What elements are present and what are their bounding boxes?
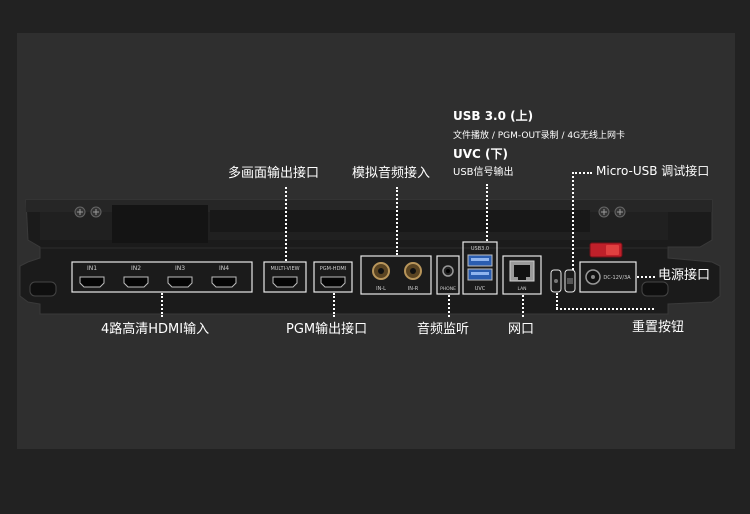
- hdmi-port-icon[interactable]: [167, 276, 193, 288]
- audio-in-l-label: IN-L: [376, 286, 386, 292]
- usb30-port-label: USB3.0: [471, 246, 489, 252]
- usb-port-icon[interactable]: [467, 268, 493, 281]
- hdmi-in-3-label: IN3: [175, 265, 185, 272]
- ethernet-port-icon[interactable]: [509, 260, 535, 282]
- audio-jack-icon[interactable]: [442, 265, 454, 277]
- network-callout: 网口: [508, 322, 535, 337]
- multiview-callout: 多画面输出接口: [228, 166, 320, 181]
- usb-port-icon[interactable]: [467, 254, 493, 267]
- mount-slot-left: [29, 281, 57, 297]
- dc-jack-icon[interactable]: [585, 269, 601, 285]
- leader-usb: [486, 184, 488, 241]
- leader-audio-monitor: [448, 295, 450, 317]
- product-diagram: IN1 IN2 IN3 IN4 MULTI-VIEW PGM-HDMI IN-L…: [0, 0, 750, 514]
- lan-port-label: LAN: [517, 286, 526, 292]
- screw-icon: [74, 206, 86, 218]
- micro-usb-callout: Micro-USB 调试接口: [596, 164, 710, 178]
- mount-slot-right: [641, 281, 669, 297]
- leader-reset-v: [556, 293, 558, 309]
- micro-usb-port[interactable]: [567, 278, 573, 284]
- uvc-port-label: UVC: [475, 286, 486, 292]
- multiview-port-label: MULTI-VIEW: [270, 266, 299, 272]
- hdmi-port-icon[interactable]: [123, 276, 149, 288]
- screw-icon: [598, 206, 610, 218]
- leader-power: [637, 276, 655, 278]
- device-recess-left: [112, 205, 208, 243]
- analog-audio-callout: 模拟音频接入: [352, 166, 431, 181]
- device-recess-center: [210, 210, 590, 232]
- screw-icon: [614, 206, 626, 218]
- reset-callout: 重置按钮: [632, 320, 685, 335]
- leader-hdmi-inputs: [161, 293, 163, 317]
- hdmi-in-1-label: IN1: [87, 265, 97, 272]
- device-rear-panel: IN1 IN2 IN3 IN4 MULTI-VIEW PGM-HDMI IN-L…: [19, 199, 721, 315]
- leader-reset-h: [556, 308, 654, 310]
- leader-analog-audio: [396, 187, 398, 255]
- audio-jack-icon[interactable]: [372, 262, 390, 280]
- uvc-title: UVC (下): [453, 147, 508, 161]
- usb3-title: USB 3.0 (上): [453, 109, 534, 123]
- hdmi-in-2-label: IN2: [131, 265, 141, 272]
- hdmi-port-icon[interactable]: [320, 276, 346, 288]
- pgm-out-callout: PGM输出接口: [286, 322, 368, 337]
- hdmi-in-4-label: IN4: [219, 265, 229, 272]
- audio-monitor-callout: 音频监听: [417, 322, 470, 337]
- power-callout: 电源接口: [658, 268, 711, 283]
- phone-port-label: PHONE: [440, 286, 456, 292]
- audio-in-r-label: IN-R: [408, 286, 419, 292]
- pgm-hdmi-port-label: PGM-HDMI: [320, 266, 346, 272]
- reset-button[interactable]: [554, 279, 558, 283]
- leader-network: [522, 295, 524, 317]
- power-switch-icon[interactable]: [589, 242, 623, 258]
- leader-micro-usb-v: [572, 172, 574, 270]
- hdmi-port-icon[interactable]: [272, 276, 298, 288]
- hdmi-port-icon[interactable]: [79, 276, 105, 288]
- screw-icon: [90, 206, 102, 218]
- leader-multiview: [285, 187, 287, 261]
- power-port-label: DC-12V/3A: [603, 275, 631, 281]
- audio-jack-icon[interactable]: [404, 262, 422, 280]
- leader-micro-usb-h: [572, 172, 592, 174]
- leader-pgm-out: [333, 293, 335, 317]
- uvc-description: USB信号输出: [453, 167, 514, 178]
- hdmi-inputs-callout: 4路高清HDMI输入: [101, 322, 210, 337]
- hdmi-port-icon[interactable]: [211, 276, 237, 288]
- usb3-description: 文件播放 / PGM-OUT录制 / 4G无线上网卡: [453, 131, 626, 141]
